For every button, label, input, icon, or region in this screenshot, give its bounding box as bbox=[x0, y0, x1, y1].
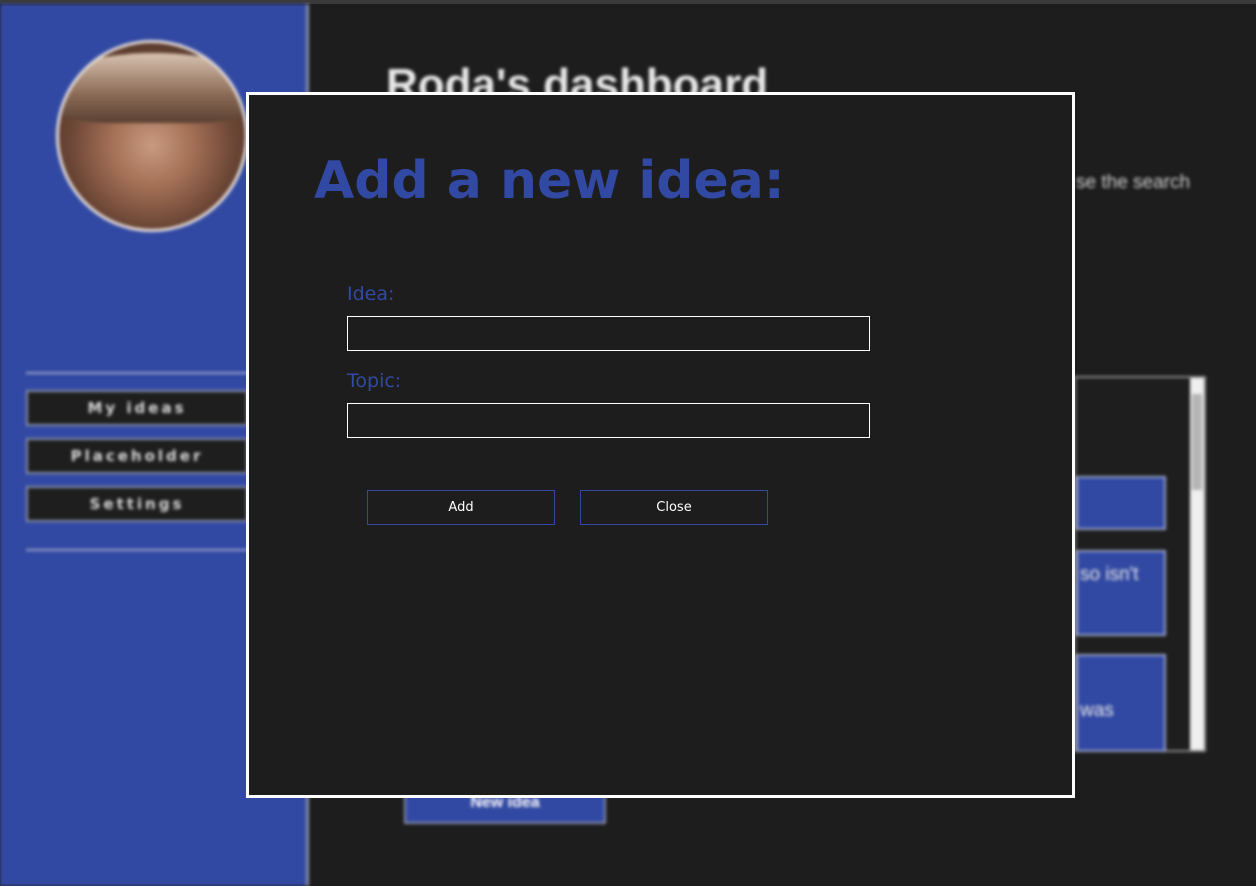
add-button[interactable]: Add bbox=[367, 490, 555, 525]
sidebar-divider-bottom bbox=[26, 549, 248, 551]
idea-label: Idea: bbox=[347, 283, 395, 305]
sidebar-divider-top bbox=[26, 372, 248, 374]
ideas-list[interactable]: so isn't was bbox=[1074, 376, 1206, 752]
idea-card[interactable]: was bbox=[1076, 654, 1166, 752]
add-idea-modal: Add a new idea: Idea: Topic: Add Close bbox=[246, 92, 1075, 798]
sidebar-item-my-ideas[interactable]: My ideas bbox=[26, 390, 248, 426]
idea-card[interactable] bbox=[1076, 476, 1166, 530]
modal-title: Add a new idea: bbox=[314, 151, 785, 211]
idea-card[interactable]: so isn't bbox=[1076, 550, 1166, 636]
scrollbar-thumb[interactable] bbox=[1192, 394, 1202, 490]
dashboard-description: se the search bbox=[1076, 172, 1191, 193]
topic-input[interactable] bbox=[347, 403, 870, 438]
avatar bbox=[56, 40, 248, 232]
close-button[interactable]: Close bbox=[580, 490, 768, 525]
topic-label: Topic: bbox=[347, 370, 402, 392]
sidebar-item-settings[interactable]: Settings bbox=[26, 486, 248, 522]
idea-input[interactable] bbox=[347, 316, 870, 351]
sidebar-item-placeholder[interactable]: Placeholder bbox=[26, 438, 248, 474]
list-scrollbar[interactable] bbox=[1190, 378, 1204, 750]
